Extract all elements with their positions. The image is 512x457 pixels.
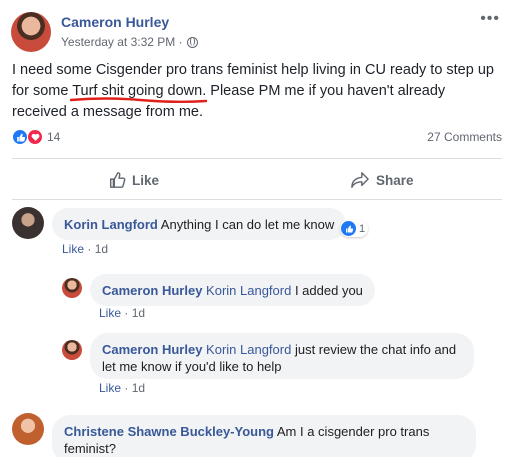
commenter-avatar[interactable]: [12, 413, 44, 445]
comment-bubble: Cameron Hurley Korin Langford just revie…: [90, 333, 474, 379]
post-header: Cameron Hurley Yesterday at 3:32 PM · ••…: [0, 0, 512, 56]
post-text: I need some Cisgender pro trans feminist…: [12, 60, 502, 123]
comment-text: Anything I can do let me know: [160, 217, 335, 232]
comment-reaction-badge[interactable]: 1: [340, 220, 369, 237]
reaction-count[interactable]: 14: [47, 130, 60, 144]
like-button[interactable]: Like: [108, 168, 159, 192]
commenter-avatar[interactable]: [62, 278, 82, 298]
author-avatar[interactable]: [11, 12, 51, 52]
commenter-avatar[interactable]: [12, 207, 44, 239]
comment-like-link[interactable]: Like: [99, 306, 121, 320]
comment-author[interactable]: Cameron Hurley: [102, 283, 202, 298]
comment-meta: Like · 1d: [99, 306, 146, 320]
reactions-summary[interactable]: 14: [12, 129, 60, 145]
comment-age[interactable]: 1d: [132, 381, 145, 395]
more-icon[interactable]: •••: [480, 10, 500, 28]
globe-icon: [186, 36, 198, 48]
like-reaction-icon: [341, 221, 356, 236]
comment-age[interactable]: 1d: [95, 242, 108, 256]
post-timestamp-text[interactable]: Yesterday at 3:32 PM ·: [61, 35, 183, 49]
comment-author[interactable]: Korin Langford: [64, 217, 158, 232]
commenter-avatar[interactable]: [62, 340, 82, 360]
like-reaction-icon: [12, 129, 28, 145]
love-reaction-icon: [27, 129, 43, 145]
like-button-label: Like: [132, 172, 160, 188]
like-icon: [109, 172, 126, 188]
comment-author[interactable]: Cameron Hurley: [102, 342, 202, 357]
comment-reaction-count: 1: [359, 222, 366, 235]
comment-meta: Like · 1d: [62, 242, 109, 256]
post-text-underlined: Turf shit going down: [70, 83, 208, 103]
comment-mention[interactable]: Korin Langford: [206, 283, 291, 298]
comment-like-link[interactable]: Like: [62, 242, 84, 256]
share-button-label: Share: [376, 172, 414, 188]
comment-bubble: Christene Shawne Buckley-Young Am I a ci…: [52, 415, 476, 457]
comment-meta: Like · 1d: [99, 381, 146, 395]
post-author-name[interactable]: Cameron Hurley: [61, 14, 169, 30]
comment-text: I added you: [294, 283, 363, 298]
divider: [12, 158, 502, 159]
share-button[interactable]: Share: [350, 168, 414, 192]
comment-author[interactable]: Christene Shawne Buckley-Young: [64, 424, 274, 439]
comment-mention[interactable]: Korin Langford: [206, 342, 291, 357]
divider: [12, 199, 502, 200]
share-icon: [351, 172, 369, 188]
post-timestamp[interactable]: Yesterday at 3:32 PM ·: [61, 35, 198, 49]
comment-bubble: Korin Langford Anything I can do let me …: [52, 208, 347, 240]
comment-bubble: Cameron Hurley Korin Langford I added yo…: [90, 274, 375, 306]
comments-count[interactable]: 27 Comments: [427, 130, 502, 144]
red-underline-mark: [70, 97, 208, 103]
comment-age[interactable]: 1d: [132, 306, 145, 320]
comment-like-link[interactable]: Like: [99, 381, 121, 395]
